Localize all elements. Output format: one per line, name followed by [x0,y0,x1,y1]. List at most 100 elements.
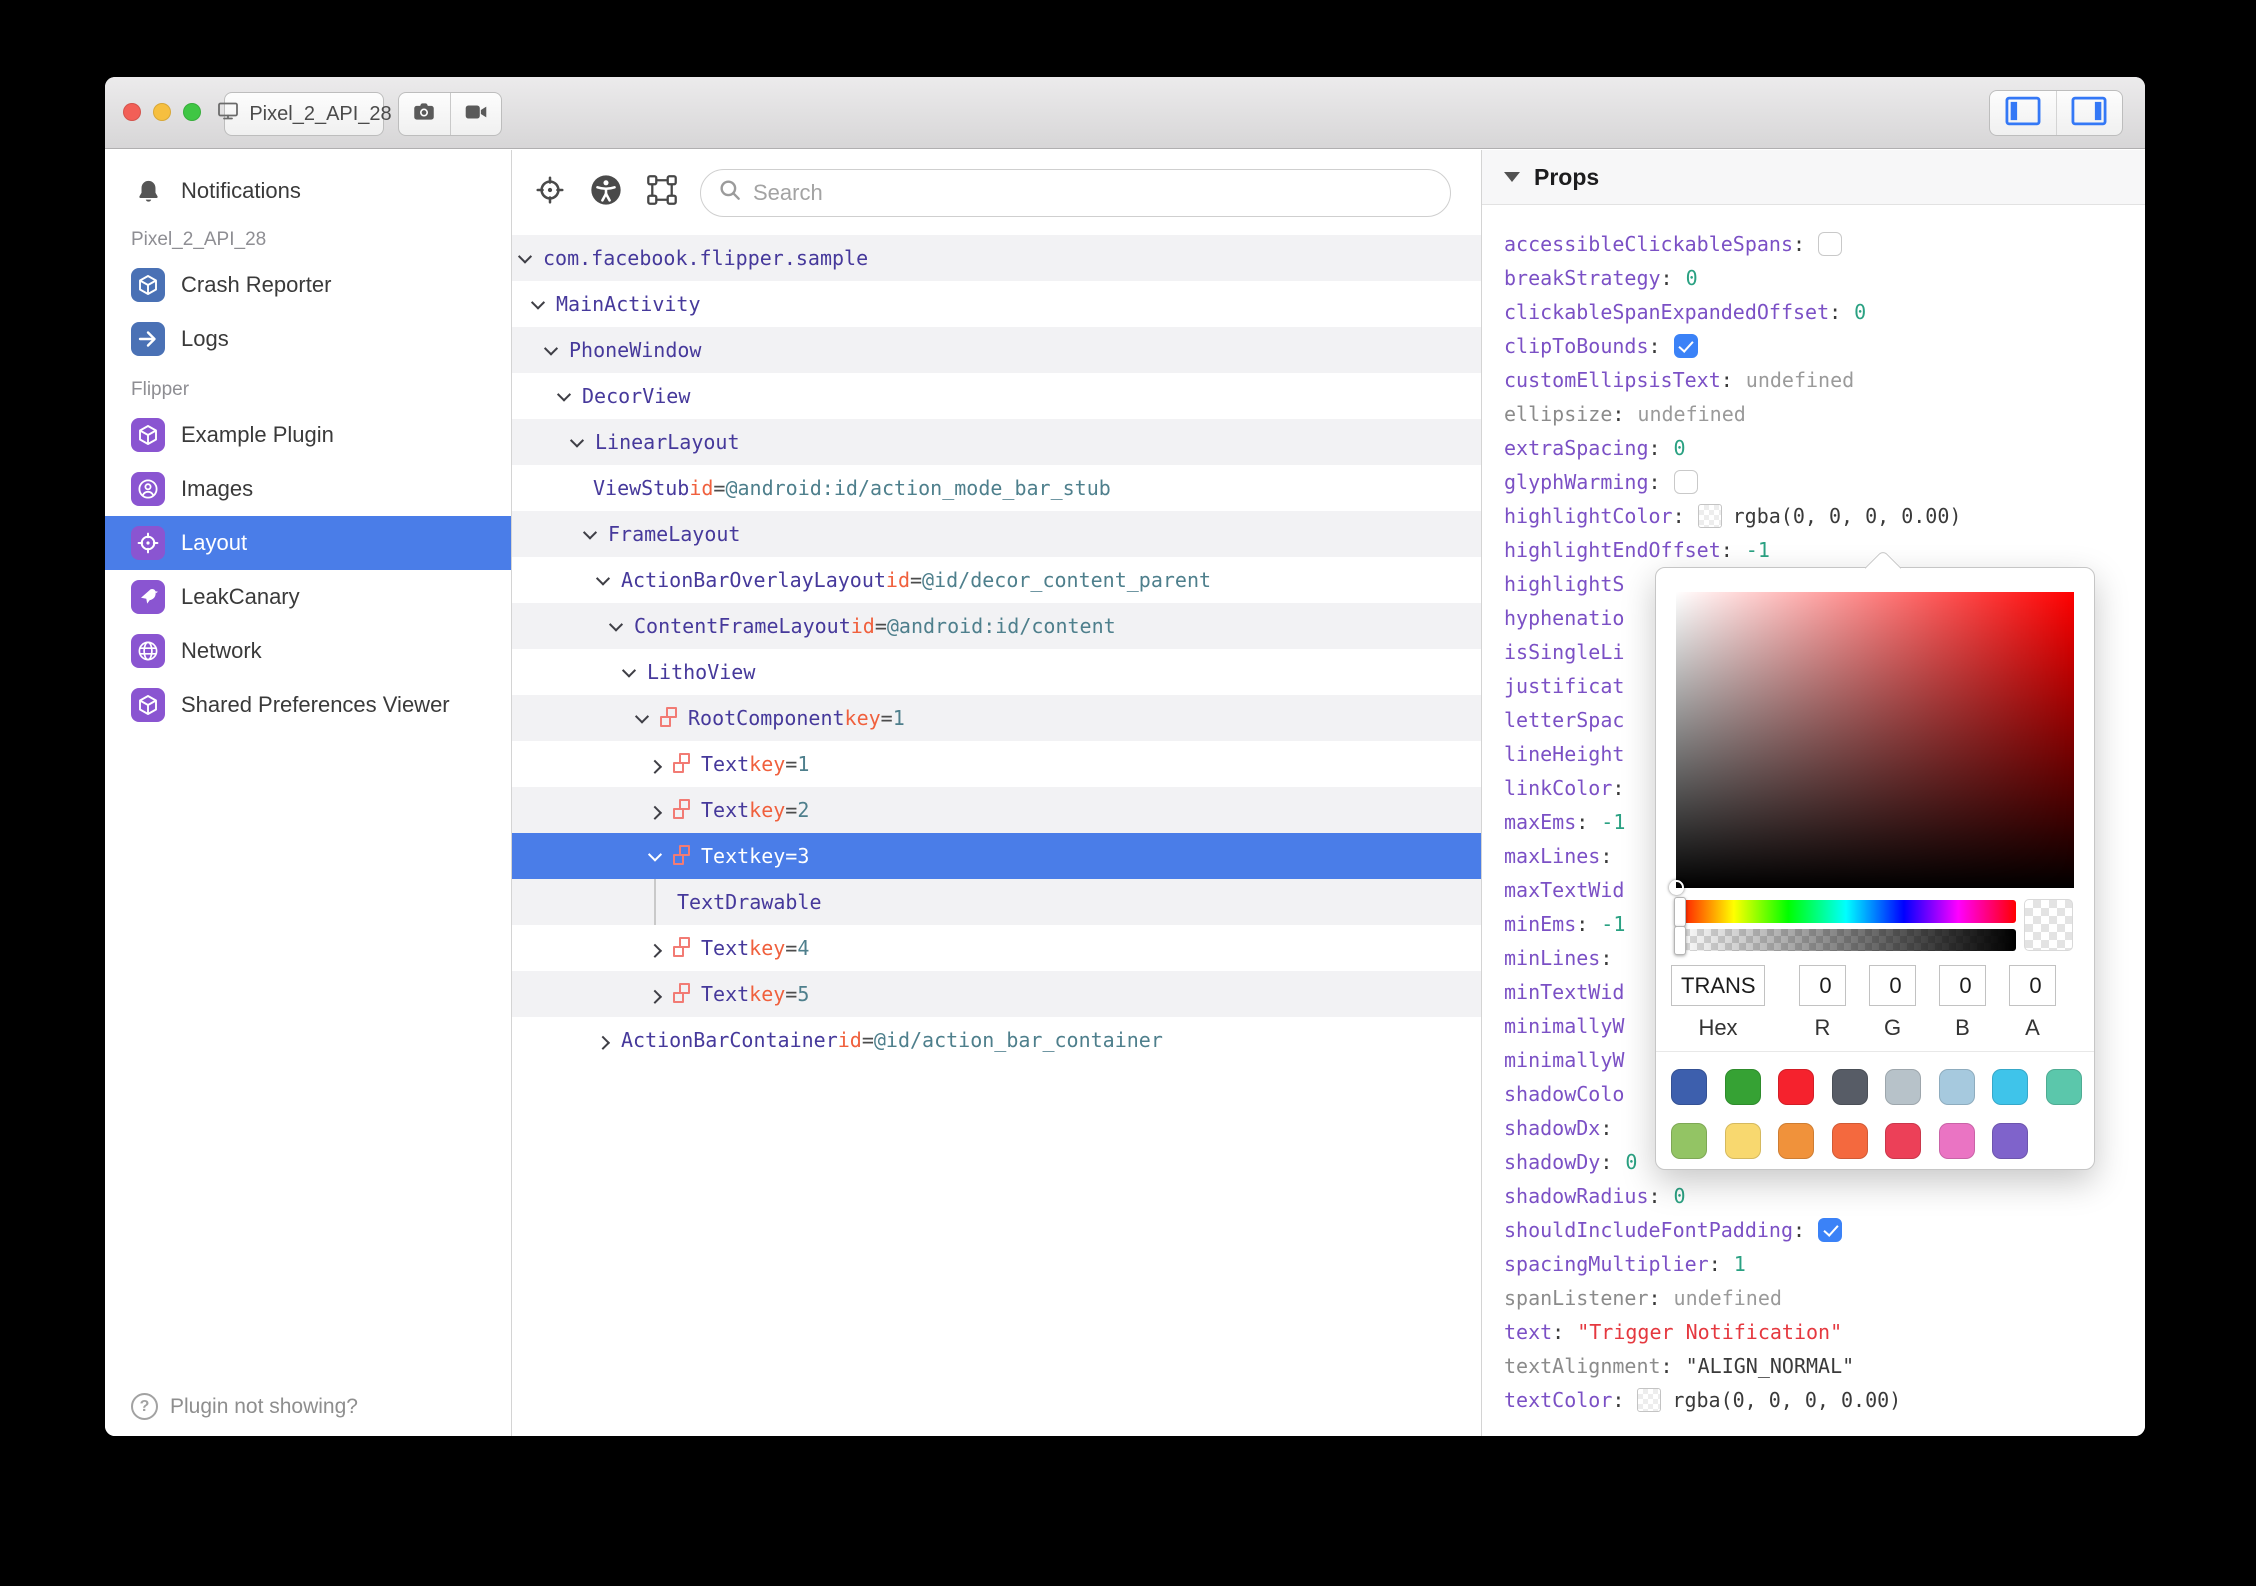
sidebar-item-layout[interactable]: Layout [105,516,511,570]
palette-swatch[interactable] [1831,1069,1868,1105]
palette-swatch[interactable] [1778,1123,1814,1159]
prop-value: rgba(0, 0, 0, 0.00) [1672,1388,1902,1412]
tree-row-text-5[interactable]: Text key = 5 [512,971,1481,1017]
accessibility-mode-button[interactable] [588,175,624,211]
props-header[interactable]: Props [1482,150,2145,205]
tree-row-actionbarcontainer-id-action-bar-container[interactable]: ActionBarContainer id = @id/action_bar_con… [512,1017,1481,1063]
chevron-down-icon[interactable] [569,433,585,448]
screenshot-button[interactable] [399,93,450,135]
hue-slider-handle[interactable] [1674,896,1686,927]
chevron-right-icon[interactable] [647,759,663,774]
sidebar-item-shared-preferences-viewer[interactable]: Shared Preferences Viewer [105,678,511,732]
tree-row-com-facebook-flipper-sample[interactable]: com.facebook.flipper.sample [512,235,1481,281]
prop-name: shouldIncludeFontPadding [1504,1218,1793,1242]
element-name: TextDrawable [677,890,822,914]
tree-row-framelayout[interactable]: FrameLayout [512,511,1481,557]
tree-row-contentframelayout-android-id-content[interactable]: ContentFrameLayout id = @android:id/conten… [512,603,1481,649]
alpha-input[interactable] [2009,965,2056,1006]
bird-icon [131,580,165,614]
toggle-left-panel-button[interactable] [1990,91,2056,135]
screen-record-button[interactable] [449,93,502,135]
palette-swatch[interactable] [1992,1069,2028,1105]
palette-swatch[interactable] [2045,1069,2082,1105]
tree-row-text-3[interactable]: Text key = 3 [512,833,1481,879]
chevron-down-icon[interactable] [543,341,559,356]
b-label: B [1955,1015,1970,1040]
chevron-right-icon[interactable] [647,989,663,1004]
sidebar-item-network[interactable]: Network [105,624,511,678]
search-input[interactable] [753,179,1442,206]
tree-row-rootcomponent-1[interactable]: RootComponent key = 1 [512,695,1481,741]
palette-swatch[interactable] [1992,1123,2028,1159]
palette-swatch[interactable] [1778,1069,1814,1105]
chevron-down-icon[interactable] [517,249,533,264]
tree-row-viewstub-android-id-action-mode-bar-stub[interactable]: ViewStub id = @android:id/action_mode_bar_… [512,465,1481,511]
checkbox-unchecked[interactable] [1818,232,1843,256]
prop-spanlistener: spanListener: undefined [1482,1281,2145,1315]
alpha-slider-handle[interactable] [1674,925,1686,955]
tree-row-actionbaroverlaylayout-id-decor-content-parent[interactable]: ActionBarOverlayLayout id = @id/decor_cont… [512,557,1481,603]
tree-row-textdrawable[interactable]: TextDrawable [512,879,1481,925]
palette-swatch[interactable] [1671,1123,1707,1159]
prop-textalignment: textAlignment: "ALIGN_NORMAL" [1482,1349,2145,1383]
sidebar-item-images[interactable]: Images [105,462,511,516]
prop-colon: : [1672,504,1685,528]
tree-row-decorview[interactable]: DecorView [512,373,1481,419]
prop-name: clipToBounds [1504,334,1649,358]
target-icon [534,174,566,211]
close-button[interactable] [123,103,141,121]
attr-keyword: key [844,706,881,730]
chevron-down-icon[interactable] [595,571,611,586]
select-element-button[interactable] [644,175,680,211]
zoom-button[interactable] [183,103,201,121]
chevron-down-icon[interactable] [647,847,663,862]
checkbox-checked[interactable] [1818,1218,1843,1242]
hex-input[interactable] [1671,965,1765,1006]
alpha-slider[interactable] [1674,925,2016,955]
palette-swatch[interactable] [1671,1069,1707,1105]
toggle-right-panel-button[interactable] [2055,91,2123,135]
tree-row-text-2[interactable]: Text key = 2 [512,787,1481,833]
palette-swatch[interactable] [1885,1123,1921,1159]
palette-swatch[interactable] [1885,1069,1921,1105]
chevron-down-icon[interactable] [621,663,637,678]
chevron-down-icon[interactable] [582,525,598,540]
tree-row-text-4[interactable]: Text key = 4 [512,925,1481,971]
tree-row-mainactivity[interactable]: MainActivity [512,281,1481,327]
chevron-right-icon[interactable] [647,805,663,820]
plugin-not-showing-link[interactable]: ? Plugin not showing? [131,1393,358,1420]
chevron-down-icon[interactable] [634,709,650,724]
chevron-down-icon[interactable] [556,387,572,402]
tree-row-lithoview[interactable]: LithoView [512,649,1481,695]
saturation-value-gradient[interactable] [1669,592,2074,895]
chevron-right-icon[interactable] [647,943,663,958]
hue-slider[interactable] [1674,896,2016,927]
chevron-down-icon[interactable] [530,295,546,310]
tree-row-text-1[interactable]: Text key = 1 [512,741,1481,787]
tree-row-linearlayout[interactable]: LinearLayout [512,419,1481,465]
color-well[interactable] [1637,1388,1662,1412]
palette-swatch[interactable] [1831,1123,1868,1159]
tree-row-phonewindow[interactable]: PhoneWindow [512,327,1481,373]
green-input[interactable] [1869,965,1916,1006]
palette-swatch[interactable] [1938,1123,1975,1159]
target-mode-button[interactable] [532,175,568,211]
device-selector-button[interactable]: Pixel_2_API_28 [218,92,392,136]
sidebar-item-notifications[interactable]: Notifications [105,166,511,216]
palette-swatch[interactable] [1724,1069,1761,1105]
palette-swatch[interactable] [1938,1069,1975,1105]
chevron-right-icon[interactable] [595,1035,611,1050]
minimize-button[interactable] [153,103,171,121]
chevron-down-icon[interactable] [608,617,624,632]
checkbox-checked[interactable] [1673,334,1698,358]
blue-input[interactable] [1939,965,1986,1006]
gradient-cursor[interactable] [1669,880,1684,895]
checkbox-unchecked[interactable] [1673,470,1698,494]
sidebar-item-example-plugin[interactable]: Example Plugin [105,408,511,462]
color-well[interactable] [1697,504,1722,528]
palette-swatch[interactable] [1724,1123,1761,1159]
red-input[interactable] [1799,965,1846,1006]
sidebar-item-crash-reporter[interactable]: Crash Reporter [105,258,511,312]
sidebar-item-leakcanary[interactable]: LeakCanary [105,570,511,624]
sidebar-item-logs[interactable]: Logs [105,312,511,366]
